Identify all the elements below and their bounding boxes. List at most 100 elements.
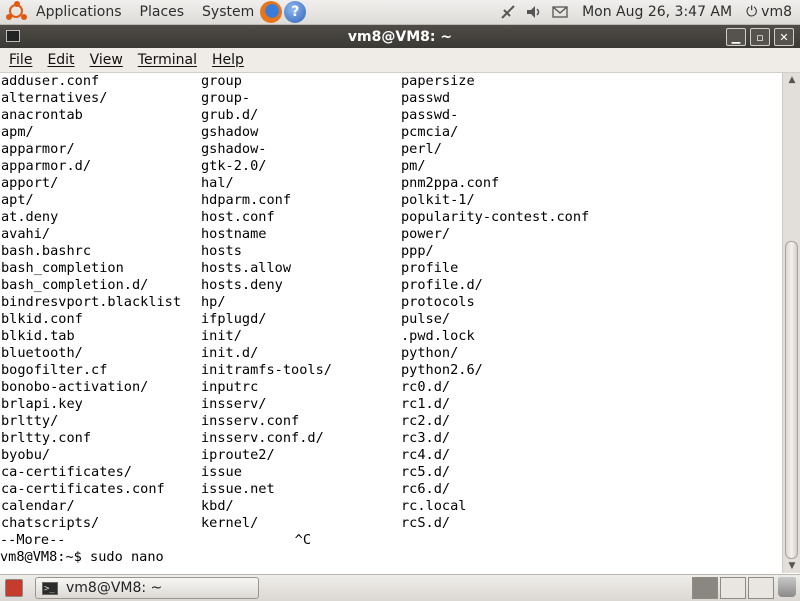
file-entry: iproute2/ — [201, 447, 275, 463]
file-entry: hosts.deny — [201, 277, 283, 293]
terminal-line: chatscripts/kernel/rcS.d/ — [0, 515, 782, 532]
file-entry: host.conf — [201, 209, 275, 225]
file-entry: bash_completion — [1, 260, 124, 276]
maximize-button[interactable]: ▫ — [750, 28, 770, 46]
file-entry: rc4.d/ — [401, 447, 451, 463]
file-entry: rc6.d/ — [401, 481, 451, 497]
mail-icon[interactable] — [552, 4, 568, 20]
file-entry: python2.6/ — [401, 362, 483, 378]
terminal-line: apport/hal/pnm2ppa.conf — [0, 175, 782, 192]
file-entry: pcmcia/ — [401, 124, 459, 140]
terminal-line: bindresvport.blacklist hp/protocols — [0, 294, 782, 311]
workspace-3[interactable] — [748, 577, 774, 599]
help-launcher-icon[interactable]: ? — [284, 1, 307, 23]
terminal-line: brlapi.key insserv/rc1.d/ — [0, 396, 782, 413]
file-entry: ppp/ — [401, 243, 434, 259]
menu-terminal[interactable]: Terminal — [138, 52, 197, 68]
window-title: vm8@VM8: ~ — [347, 28, 453, 45]
file-entry: gshadow- — [201, 141, 267, 157]
file-entry: power/ — [401, 226, 451, 242]
volume-icon[interactable] — [526, 4, 542, 20]
file-entry: initramfs-tools/ — [201, 362, 332, 378]
top-panel: Applications Places System ? Mon Aug 26,… — [0, 0, 800, 25]
file-entry: rc0.d/ — [401, 379, 451, 395]
terminal-line: byobu/iproute2/rc4.d/ — [0, 447, 782, 464]
file-entry: byobu/ — [1, 447, 51, 463]
scroll-down-arrow-icon[interactable]: ▼ — [783, 559, 800, 573]
file-entry: gshadow — [201, 124, 259, 140]
trash-icon[interactable] — [778, 577, 796, 597]
scroll-up-arrow-icon[interactable]: ▲ — [783, 73, 800, 87]
network-icon[interactable] — [500, 4, 516, 20]
file-entry: rc2.d/ — [401, 413, 451, 429]
workspace-2[interactable] — [720, 577, 746, 599]
menu-edit[interactable]: Edit — [47, 52, 74, 68]
file-entry: profile — [401, 260, 459, 276]
minimize-button[interactable]: ▁ — [726, 28, 746, 46]
file-entry: alternatives/ — [1, 90, 108, 106]
terminal-line: brltty/insserv.conf rc2.d/ — [0, 413, 782, 430]
system-menu[interactable]: System — [202, 4, 254, 20]
terminal-icon: >_ — [42, 581, 58, 595]
file-entry: bash.bashrc — [1, 243, 92, 259]
bottom-panel: >_ vm8@VM8: ~ — [0, 574, 800, 601]
file-entry: ca-certificates.conf — [1, 481, 165, 497]
file-entry: pnm2ppa.conf — [401, 175, 500, 191]
file-entry: brlapi.key — [1, 396, 83, 412]
menu-view[interactable]: View — [90, 52, 123, 68]
file-entry: rc5.d/ — [401, 464, 451, 480]
file-entry: rc3.d/ — [401, 430, 451, 446]
terminal-line: alternatives/group-passwd — [0, 90, 782, 107]
terminal-line: adduser.conf group papersize — [0, 73, 782, 90]
file-entry: papersize — [401, 73, 475, 89]
file-entry: pm/ — [401, 158, 426, 174]
firefox-launcher-icon[interactable] — [260, 1, 283, 23]
file-entry: inputrc — [201, 379, 259, 395]
file-entry: calendar/ — [1, 498, 75, 514]
scrollbar-thumb[interactable] — [785, 241, 798, 559]
window-titlebar[interactable]: vm8@VM8: ~ ▁ ▫ ✕ — [0, 25, 800, 48]
terminal-output[interactable]: adduser.conf group papersize alternatives/g… — [0, 73, 782, 573]
file-entry: anacrontab — [1, 107, 83, 123]
file-entry: bonobo-activation/ — [1, 379, 149, 395]
file-entry: apparmor/ — [1, 141, 75, 157]
close-button[interactable]: ✕ — [774, 28, 794, 46]
file-entry: bluetooth/ — [1, 345, 83, 361]
terminal-line: apm/gshadow pcmcia/ — [0, 124, 782, 141]
terminal-window-icon[interactable] — [6, 30, 20, 42]
file-entry: hosts — [201, 243, 242, 259]
file-entry: at.deny — [1, 209, 59, 225]
applications-menu[interactable]: Applications — [36, 4, 122, 20]
terminal-line: blkid.tab init/ .pwd.lock — [0, 328, 782, 345]
taskbar-label: vm8@VM8: ~ — [66, 580, 163, 596]
show-desktop-icon[interactable] — [5, 579, 23, 597]
file-entry: adduser.conf — [1, 73, 100, 89]
clock[interactable]: Mon Aug 26, 3:47 AM — [582, 4, 732, 20]
file-entry: rcS.d/ — [401, 515, 451, 531]
menu-file[interactable]: File — [9, 52, 32, 68]
terminal-line: apt/hdparm.conf polkit-1/ — [0, 192, 782, 209]
file-entry: gtk-2.0/ — [201, 158, 267, 174]
file-entry: profile.d/ — [401, 277, 483, 293]
terminal-scrollbar[interactable]: ▲ ▼ — [782, 73, 800, 573]
file-entry: hostname — [201, 226, 267, 242]
workspace-1[interactable] — [692, 577, 718, 599]
file-entry: bash_completion.d/ — [1, 277, 149, 293]
ubuntu-logo-icon[interactable] — [6, 1, 28, 23]
terminal-line: bluetooth/init.d/python/ — [0, 345, 782, 362]
file-entry: apt/ — [1, 192, 34, 208]
power-icon[interactable]: ⏻ — [746, 4, 757, 20]
terminal-line: bash.bashrc hosts ppp/ — [0, 243, 782, 260]
file-entry: chatscripts/ — [1, 515, 100, 531]
file-entry: group- — [201, 90, 251, 106]
taskbar-terminal-button[interactable]: >_ vm8@VM8: ~ — [35, 577, 259, 599]
places-menu[interactable]: Places — [140, 4, 185, 20]
terminal-line: bogofilter.cf initramfs-tools/python2.6/ — [0, 362, 782, 379]
menu-help[interactable]: Help — [212, 52, 244, 68]
user-name[interactable]: vm8 — [761, 4, 792, 20]
file-entry: ifplugd/ — [201, 311, 267, 327]
file-entry: pulse/ — [401, 311, 451, 327]
file-entry: hal/ — [201, 175, 234, 191]
file-entry: hdparm.conf — [201, 192, 292, 208]
file-entry: rc.local — [401, 498, 467, 514]
